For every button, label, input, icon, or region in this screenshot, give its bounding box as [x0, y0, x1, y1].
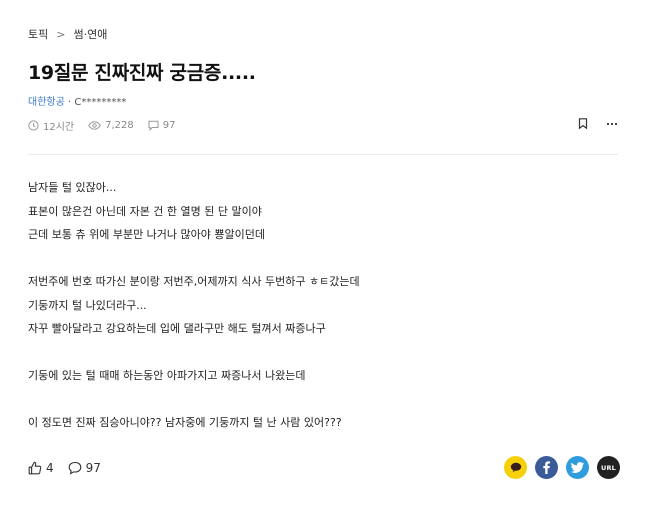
share-buttons: URL	[504, 456, 620, 479]
body-line: 저번주에 번호 따가신 분이랑 저번주,어제까지 식사 두번하구 ㅎㅌ갔는데	[28, 275, 360, 288]
body-line: 표본이 많은건 아닌데 자본 건 한 열명 된 단 말이야	[28, 204, 262, 218]
post-body: 남자들 털 있잖아... 표본이 많은건 아닌데 자본 건 한 열명 된 단 말…	[28, 182, 618, 441]
body-line: 근데 보통 츄 위에 부분만 나거나 많아야 뿅알이던데	[28, 228, 265, 241]
breadcrumb-current[interactable]: 썸·연애	[73, 26, 107, 42]
facebook-icon	[543, 461, 550, 474]
breadcrumb: 토픽 > 썸·연애	[28, 26, 107, 42]
post-comment-count: 97	[148, 120, 176, 131]
bookmark-icon[interactable]	[578, 118, 588, 129]
kakao-share-button[interactable]	[504, 456, 527, 479]
url-share-button[interactable]: URL	[597, 456, 620, 479]
footer-comment-count: 97	[85, 461, 101, 475]
facebook-share-button[interactable]	[535, 456, 558, 479]
divider	[28, 154, 618, 155]
like-button[interactable]: 4	[28, 461, 54, 475]
kakao-icon	[510, 462, 521, 473]
body-line-blank	[28, 347, 618, 371]
breadcrumb-separator: >	[56, 27, 66, 41]
post-time: 12시간	[28, 118, 74, 133]
body-line: 기둥에 있는 털 때매 하는동안 아파가지고 짜증나서 나왔는데	[28, 369, 306, 382]
author-company[interactable]: 대한항공	[28, 97, 65, 108]
body-line: 기둥까지 털 나있더라구...	[28, 298, 147, 312]
post-reactions: 4 97	[28, 461, 101, 475]
eye-icon	[88, 121, 101, 130]
post-time-text: 12시간	[43, 122, 75, 133]
like-count: 4	[46, 461, 54, 475]
clock-icon	[28, 120, 39, 131]
body-line-blank	[28, 394, 618, 418]
post-meta: 12시간 7,228 97	[28, 118, 176, 133]
post-views: 7,228	[88, 120, 134, 131]
post-comment-count-text: 97	[162, 120, 176, 131]
comment-icon	[68, 461, 81, 475]
comment-icon	[148, 120, 159, 131]
post-views-text: 7,228	[105, 120, 134, 131]
twitter-icon	[571, 462, 584, 473]
body-line: 남자들 털 있잖아...	[28, 181, 117, 194]
body-line: 이 정도면 진짜 짐승아니야?? 남자중에 기둥까지 털 난 사람 있어???	[28, 416, 342, 429]
body-line: 자꾸 빨아달라고 강요하는데 입에 댈라구만 해도 털껴서 짜증나구	[28, 322, 326, 335]
twitter-share-button[interactable]	[566, 456, 589, 479]
thumbs-up-icon	[28, 461, 42, 475]
more-icon[interactable]	[606, 122, 618, 126]
post-actions	[578, 118, 618, 129]
breadcrumb-root[interactable]: 토픽	[28, 26, 48, 42]
comment-button[interactable]: 97	[68, 461, 101, 475]
post-title: 19질문 진짜진짜 궁금증.....	[28, 62, 256, 84]
post-author: 대한항공 · C*********	[28, 93, 126, 108]
body-line-blank	[28, 253, 618, 277]
author-name: · C*********	[64, 97, 127, 108]
